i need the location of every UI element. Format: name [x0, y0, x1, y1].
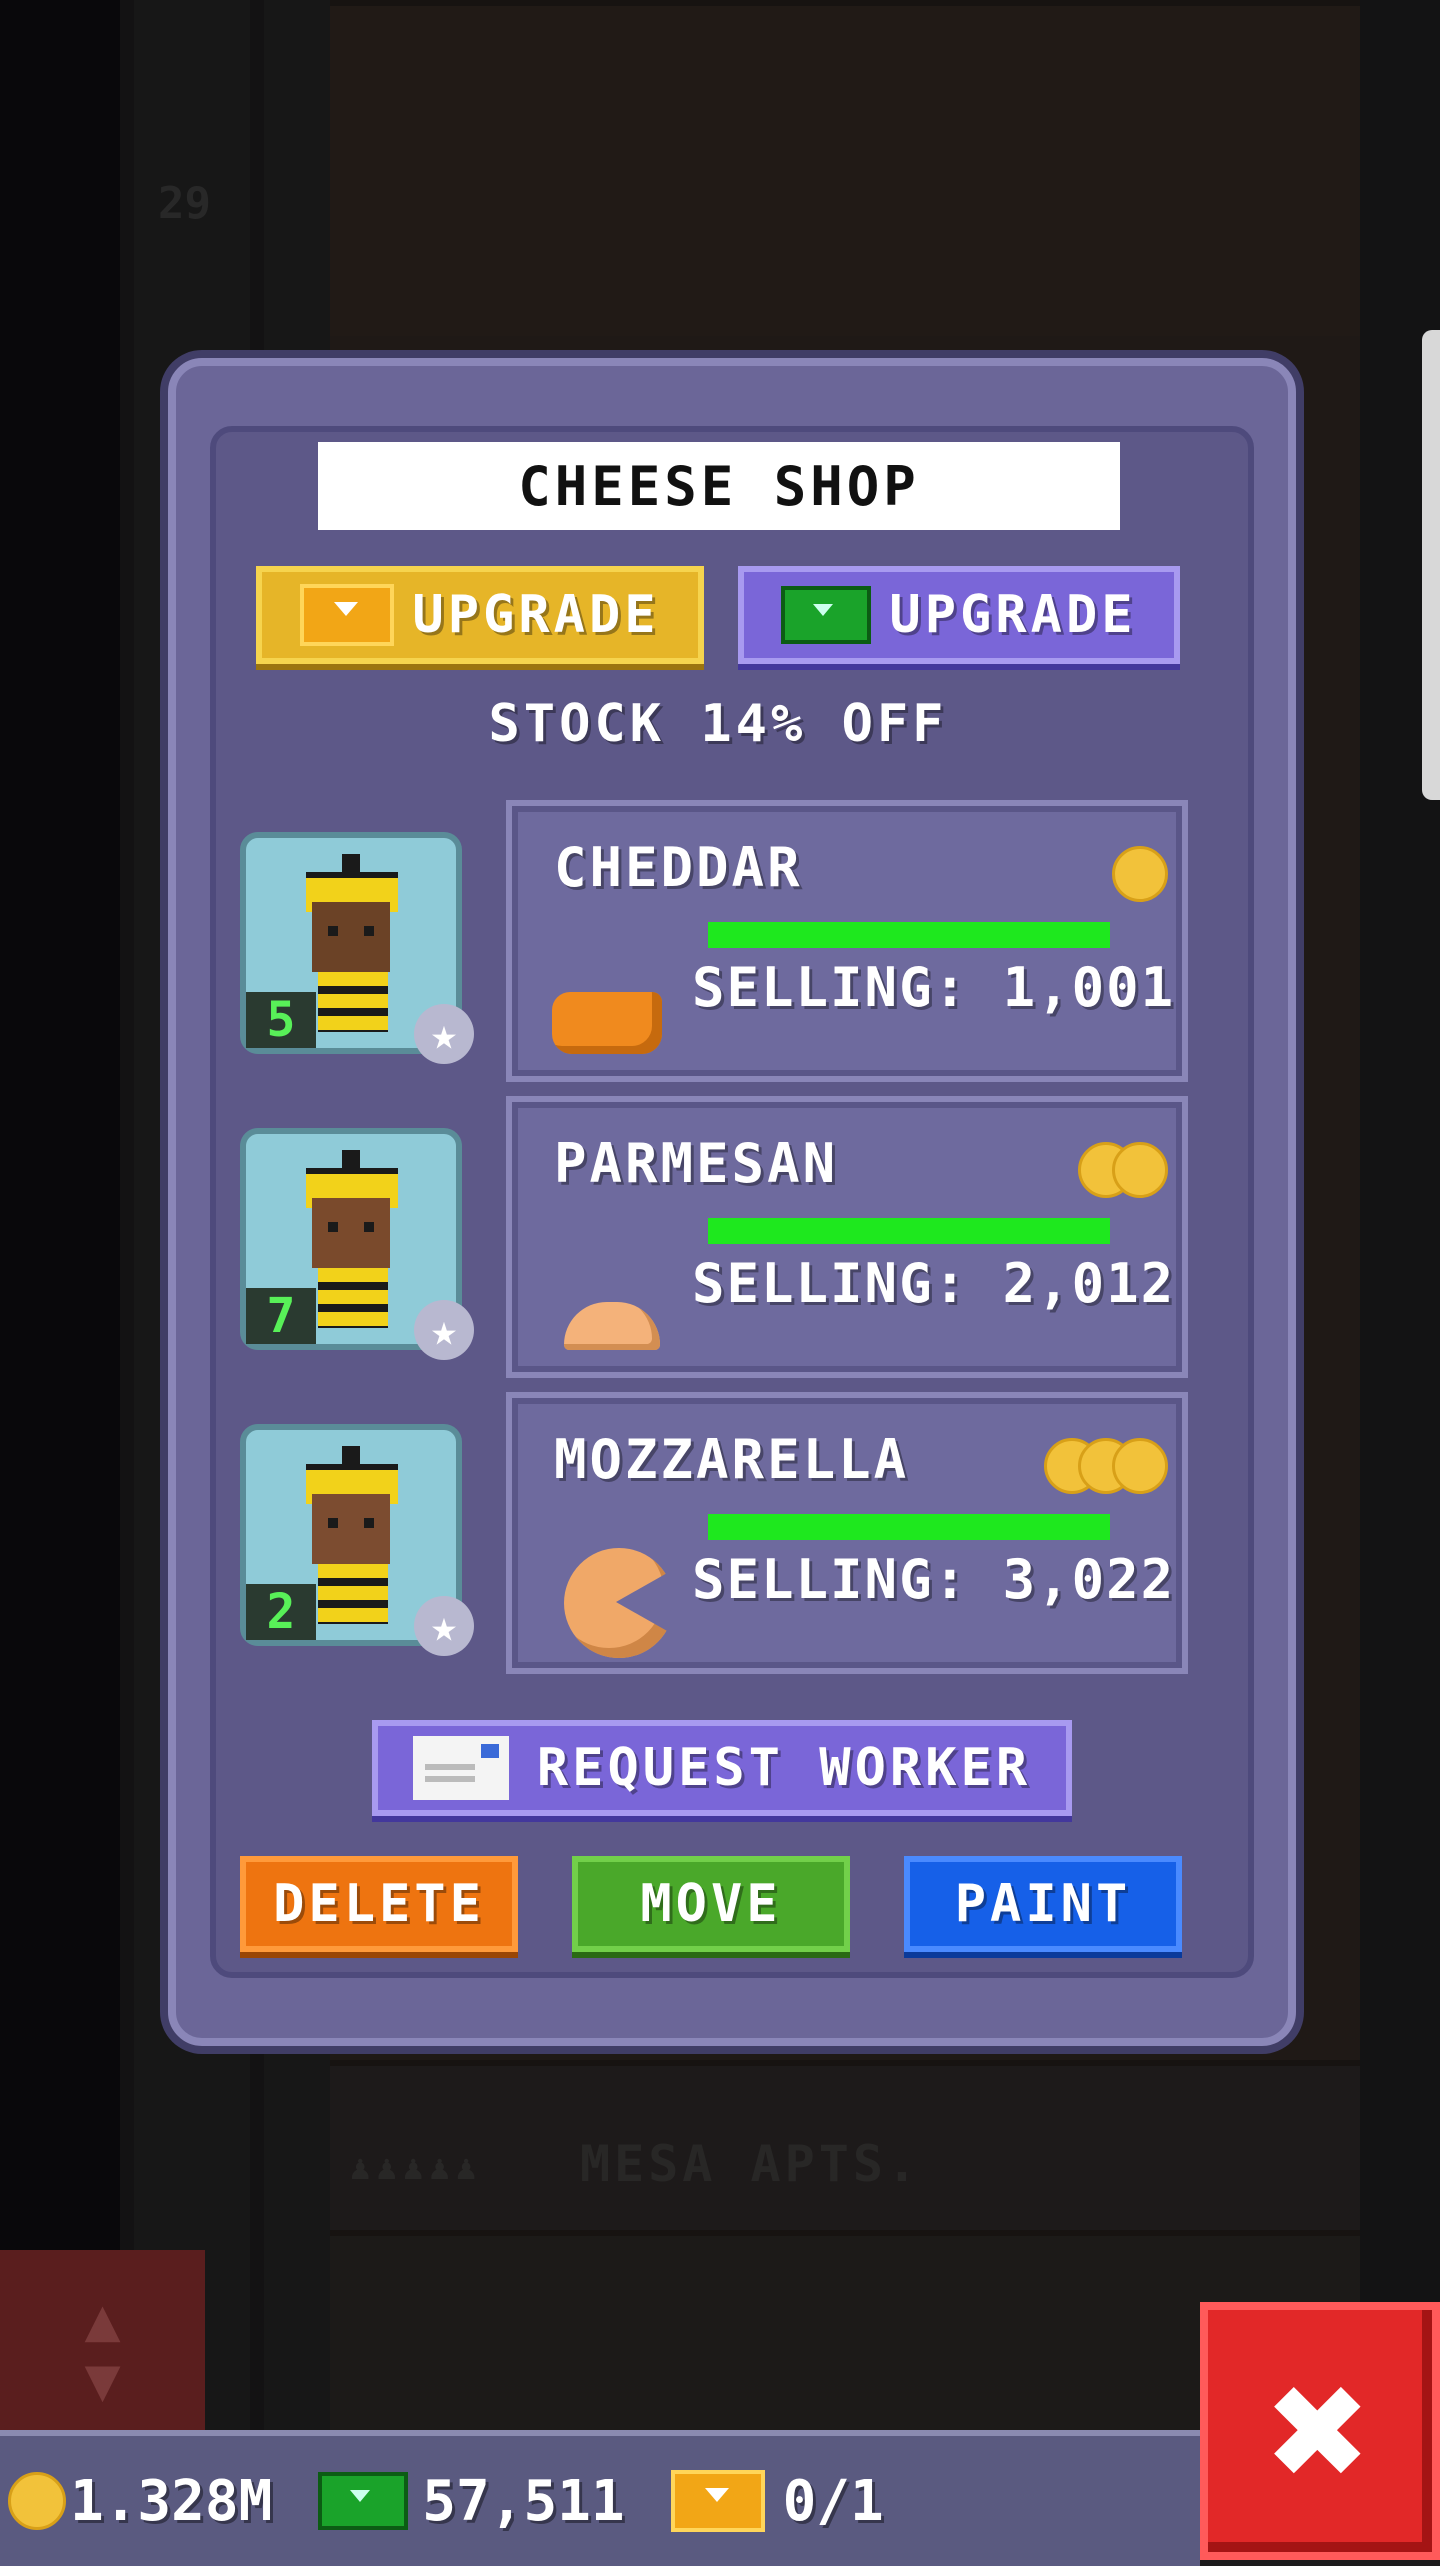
coin-icon	[1112, 1438, 1168, 1494]
stock-bar	[708, 922, 1110, 948]
selling-count: SELLING: 3,022	[692, 1548, 1176, 1611]
product-card-parmesan[interactable]: PARMESAN SELLING: 2,012	[506, 1096, 1188, 1378]
upgrade-ticket-button[interactable]: UPGRADE	[256, 566, 704, 664]
worker-slot-2[interactable]: 7 ★	[240, 1128, 474, 1360]
selling-count: SELLING: 1,001	[692, 956, 1176, 1019]
price-coins	[1112, 846, 1168, 902]
tickets-amount: 0/1	[782, 2468, 884, 2534]
request-worker-button[interactable]: REQUEST WORKER	[372, 1720, 1072, 1816]
mail-icon	[412, 1736, 509, 1800]
worker-slot-3[interactable]: 2 ★	[240, 1424, 474, 1656]
side-scroll-handle[interactable]	[1422, 330, 1440, 800]
stock-bar-fill	[708, 1218, 1110, 1244]
coin-icon	[1112, 1142, 1168, 1198]
paint-button[interactable]: PAINT	[904, 1856, 1182, 1952]
product-name: CHEDDAR	[554, 836, 803, 899]
bux-icon	[318, 2472, 409, 2530]
currency-bar: 1.328M 57,511 0/1	[0, 2430, 1200, 2566]
worker-level-badge: 7	[246, 1288, 316, 1344]
mozzarella-icon	[564, 1548, 676, 1658]
worker-slot-1[interactable]: 5 ★	[240, 832, 474, 1064]
stock-bar-fill	[708, 922, 1110, 948]
worker-eye	[328, 1518, 338, 1528]
upgrade-bux-button[interactable]: UPGRADE	[738, 566, 1180, 664]
star-icon: ★	[414, 1300, 474, 1360]
product-name: MOZZARELLA	[554, 1428, 910, 1491]
selling-count: SELLING: 2,012	[692, 1252, 1176, 1315]
worker-eye	[364, 1222, 374, 1232]
worker-uniform	[318, 972, 388, 1032]
chevron-down-icon: ▼	[84, 2345, 121, 2415]
stock-discount-text: STOCK 14% OFF	[488, 694, 948, 754]
golden-ticket-icon	[670, 2470, 765, 2532]
chevron-up-icon: ▲	[84, 2285, 121, 2355]
parmesan-icon	[564, 1302, 660, 1350]
worker-uniform	[318, 1564, 388, 1624]
worker-eye	[364, 1518, 374, 1528]
bux-amount: 57,511	[422, 2468, 625, 2534]
request-worker-label: REQUEST WORKER	[536, 1738, 1032, 1798]
price-coins	[1078, 1142, 1168, 1198]
elevator-scroll-button[interactable]: ▲ ▼	[0, 2250, 205, 2450]
worker-level-badge: 2	[246, 1584, 316, 1640]
stock-bar	[708, 1218, 1110, 1244]
coin-icon	[8, 2472, 66, 2530]
close-button[interactable]: ✖	[1200, 2302, 1440, 2560]
shop-title: CHEESE SHOP	[318, 442, 1120, 530]
stock-bar-fill	[708, 1514, 1110, 1540]
golden-ticket-icon	[300, 584, 395, 646]
product-name: PARMESAN	[554, 1132, 839, 1195]
bux-icon	[781, 586, 872, 644]
star-icon: ★	[414, 1004, 474, 1064]
move-button[interactable]: MOVE	[572, 1856, 850, 1952]
coins-amount: 1.328M	[70, 2468, 273, 2534]
worker-avatar	[312, 1198, 390, 1268]
product-card-cheddar[interactable]: CHEDDAR SELLING: 1,001	[506, 800, 1188, 1082]
worker-avatar	[312, 1494, 390, 1564]
close-icon: ✖	[1268, 2332, 1372, 2530]
cheddar-icon	[552, 992, 662, 1054]
delete-button[interactable]: DELETE	[240, 1856, 518, 1952]
worker-eye	[328, 1222, 338, 1232]
worker-eye	[364, 926, 374, 936]
price-coins	[1044, 1438, 1168, 1494]
star-icon: ★	[414, 1596, 474, 1656]
product-card-mozzarella[interactable]: MOZZARELLA SELLING: 3,022	[506, 1392, 1188, 1674]
upgrade-bux-label: UPGRADE	[889, 585, 1137, 645]
stock-bar	[708, 1514, 1110, 1540]
worker-uniform	[318, 1268, 388, 1328]
coin-icon	[1112, 846, 1168, 902]
worker-level-badge: 5	[246, 992, 316, 1048]
worker-eye	[328, 926, 338, 936]
worker-avatar	[312, 902, 390, 972]
upgrade-ticket-label: UPGRADE	[412, 585, 660, 645]
